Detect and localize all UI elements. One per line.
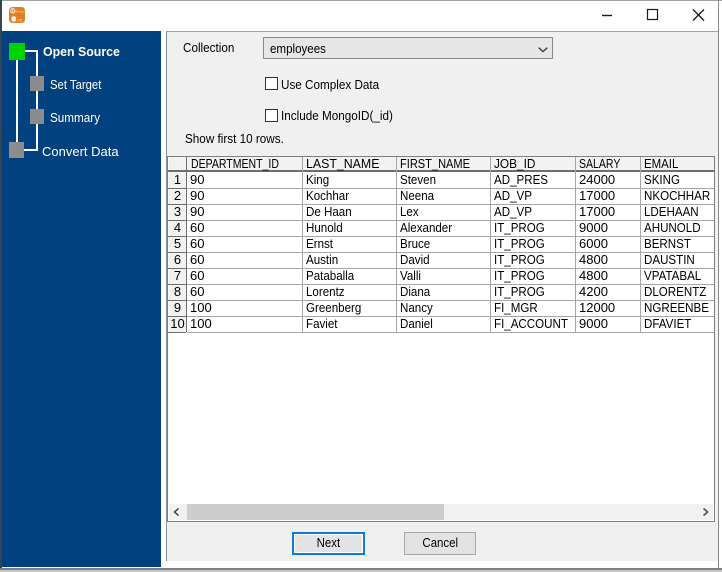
svg-text:DB: DB xyxy=(17,19,21,23)
svg-text:Mongo: Mongo xyxy=(16,9,25,13)
